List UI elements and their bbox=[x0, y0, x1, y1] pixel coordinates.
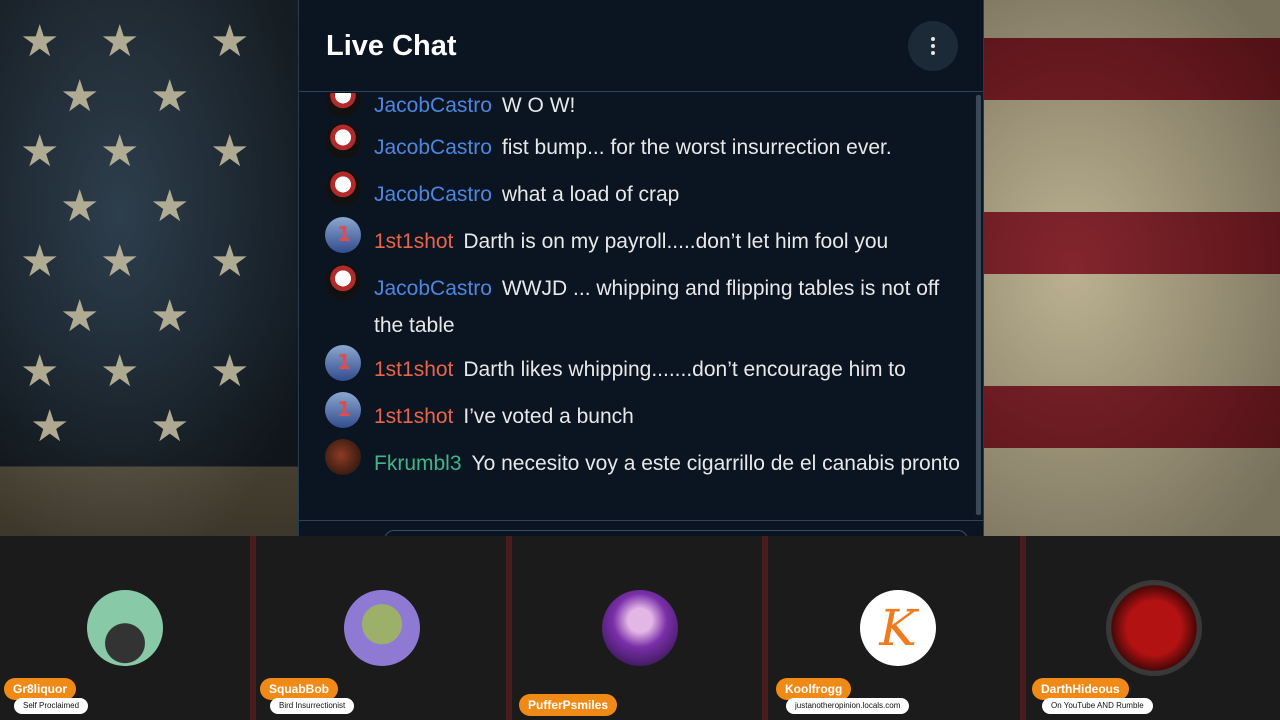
star-icon: ★ bbox=[100, 236, 140, 287]
chat-username[interactable]: JacobCastro bbox=[374, 136, 492, 159]
scrollbar-thumb[interactable] bbox=[976, 95, 981, 515]
chat-username[interactable]: 1st1shot bbox=[374, 358, 453, 381]
live-chat-panel: Live Chat JacobCastro W O W! JacobCastro f… bbox=[298, 0, 984, 536]
chat-scrollbar[interactable] bbox=[975, 93, 983, 518]
participant-tile: PufferPsmiles bbox=[512, 536, 762, 720]
menu-dot bbox=[931, 44, 935, 48]
star-icon: ★ bbox=[210, 346, 250, 397]
star-icon: ★ bbox=[20, 236, 60, 287]
star-icon: ★ bbox=[210, 126, 250, 177]
chat-text: W O W! bbox=[501, 94, 576, 117]
participant-subtitle: Self Proclaimed bbox=[14, 698, 89, 714]
chat-username[interactable]: JacobCastro bbox=[374, 277, 492, 300]
participant-subtitle: On YouTube AND Rumble bbox=[1042, 698, 1153, 714]
chat-username[interactable]: JacobCastro bbox=[374, 94, 492, 117]
chat-username[interactable]: 1st1shot bbox=[374, 230, 453, 253]
star-icon: ★ bbox=[100, 346, 140, 397]
chat-text: fist bump... for the worst insurrection … bbox=[501, 136, 892, 159]
divider bbox=[299, 520, 983, 521]
participant-strip: Gr8liquor Self Proclaimed SquabBob Bird … bbox=[0, 536, 1280, 720]
participant-name: Koolfrogg bbox=[776, 678, 852, 700]
star-icon: ★ bbox=[150, 291, 190, 342]
avatar bbox=[325, 439, 361, 475]
star-icon: ★ bbox=[60, 291, 100, 342]
chat-title: Live Chat bbox=[326, 30, 457, 62]
participant-tile: K Koolfrogg justanotheropinion.locals.co… bbox=[768, 536, 1020, 720]
avatar bbox=[344, 590, 420, 666]
participant-tile: Gr8liquor Self Proclaimed bbox=[0, 536, 250, 720]
chat-username[interactable]: Fkrumbl3 bbox=[374, 452, 462, 475]
avatar bbox=[325, 123, 361, 159]
avatar bbox=[1106, 580, 1202, 676]
star-icon: ★ bbox=[20, 346, 60, 397]
star-icon: ★ bbox=[150, 71, 190, 122]
star-icon: ★ bbox=[60, 71, 100, 122]
avatar bbox=[325, 264, 361, 300]
participant-subtitle: justanotheropinion.locals.com bbox=[786, 698, 910, 714]
star-icon: ★ bbox=[150, 181, 190, 232]
avatar bbox=[325, 170, 361, 206]
chat-username[interactable]: 1st1shot bbox=[374, 405, 453, 428]
avatar-letter: K bbox=[879, 599, 917, 657]
star-icon: ★ bbox=[20, 16, 60, 67]
menu-dot bbox=[931, 51, 935, 55]
avatar bbox=[325, 345, 361, 381]
more-vertical-icon[interactable] bbox=[908, 21, 958, 71]
avatar: K bbox=[860, 590, 936, 666]
menu-dot bbox=[931, 37, 935, 41]
avatar bbox=[325, 392, 361, 428]
chat-text: Darth likes whipping.......don’t encoura… bbox=[463, 358, 906, 381]
star-icon: ★ bbox=[210, 16, 250, 67]
participant-tile: DarthHideous On YouTube AND Rumble bbox=[1026, 536, 1280, 720]
star-icon: ★ bbox=[30, 401, 70, 452]
chat-text: Darth is on my payroll.....don’t let him… bbox=[463, 230, 889, 253]
avatar bbox=[325, 93, 361, 117]
participant-tile: SquabBob Bird Insurrectionist bbox=[256, 536, 506, 720]
flag-background-right bbox=[984, 0, 1280, 536]
stream-scene: ★ ★ ★ ★ ★ ★ ★ ★ ★ ★ ★ ★ ★ ★ ★ ★ ★ ★ ★ ★ … bbox=[0, 0, 1280, 720]
participant-name: DarthHideous bbox=[1032, 678, 1129, 700]
chat-username[interactable]: JacobCastro bbox=[374, 183, 492, 206]
star-icon: ★ bbox=[150, 401, 190, 452]
star-icon: ★ bbox=[20, 126, 60, 177]
chat-header: Live Chat bbox=[299, 0, 983, 92]
participant-name: PufferPsmiles bbox=[519, 694, 618, 716]
avatar bbox=[87, 590, 163, 666]
flag-background-left: ★ ★ ★ ★ ★ ★ ★ ★ ★ ★ ★ ★ ★ ★ ★ ★ ★ ★ ★ ★ bbox=[0, 0, 300, 536]
star-icon: ★ bbox=[60, 181, 100, 232]
chat-text: what a load of crap bbox=[501, 183, 680, 206]
avatar bbox=[325, 217, 361, 253]
star-icon: ★ bbox=[100, 16, 140, 67]
participant-name: SquabBob bbox=[260, 678, 338, 700]
participant-subtitle: Bird Insurrectionist bbox=[270, 698, 355, 714]
avatar bbox=[602, 590, 678, 666]
chat-text: I’ve voted a bunch bbox=[463, 405, 634, 428]
chat-message-list[interactable]: JacobCastro W O W! JacobCastro fist bump..… bbox=[299, 93, 975, 518]
chat-text: Yo necesito voy a este cigarrillo de el … bbox=[471, 452, 960, 475]
participant-name: Gr8liquor bbox=[4, 678, 77, 700]
star-icon: ★ bbox=[210, 236, 250, 287]
star-icon: ★ bbox=[100, 126, 140, 177]
